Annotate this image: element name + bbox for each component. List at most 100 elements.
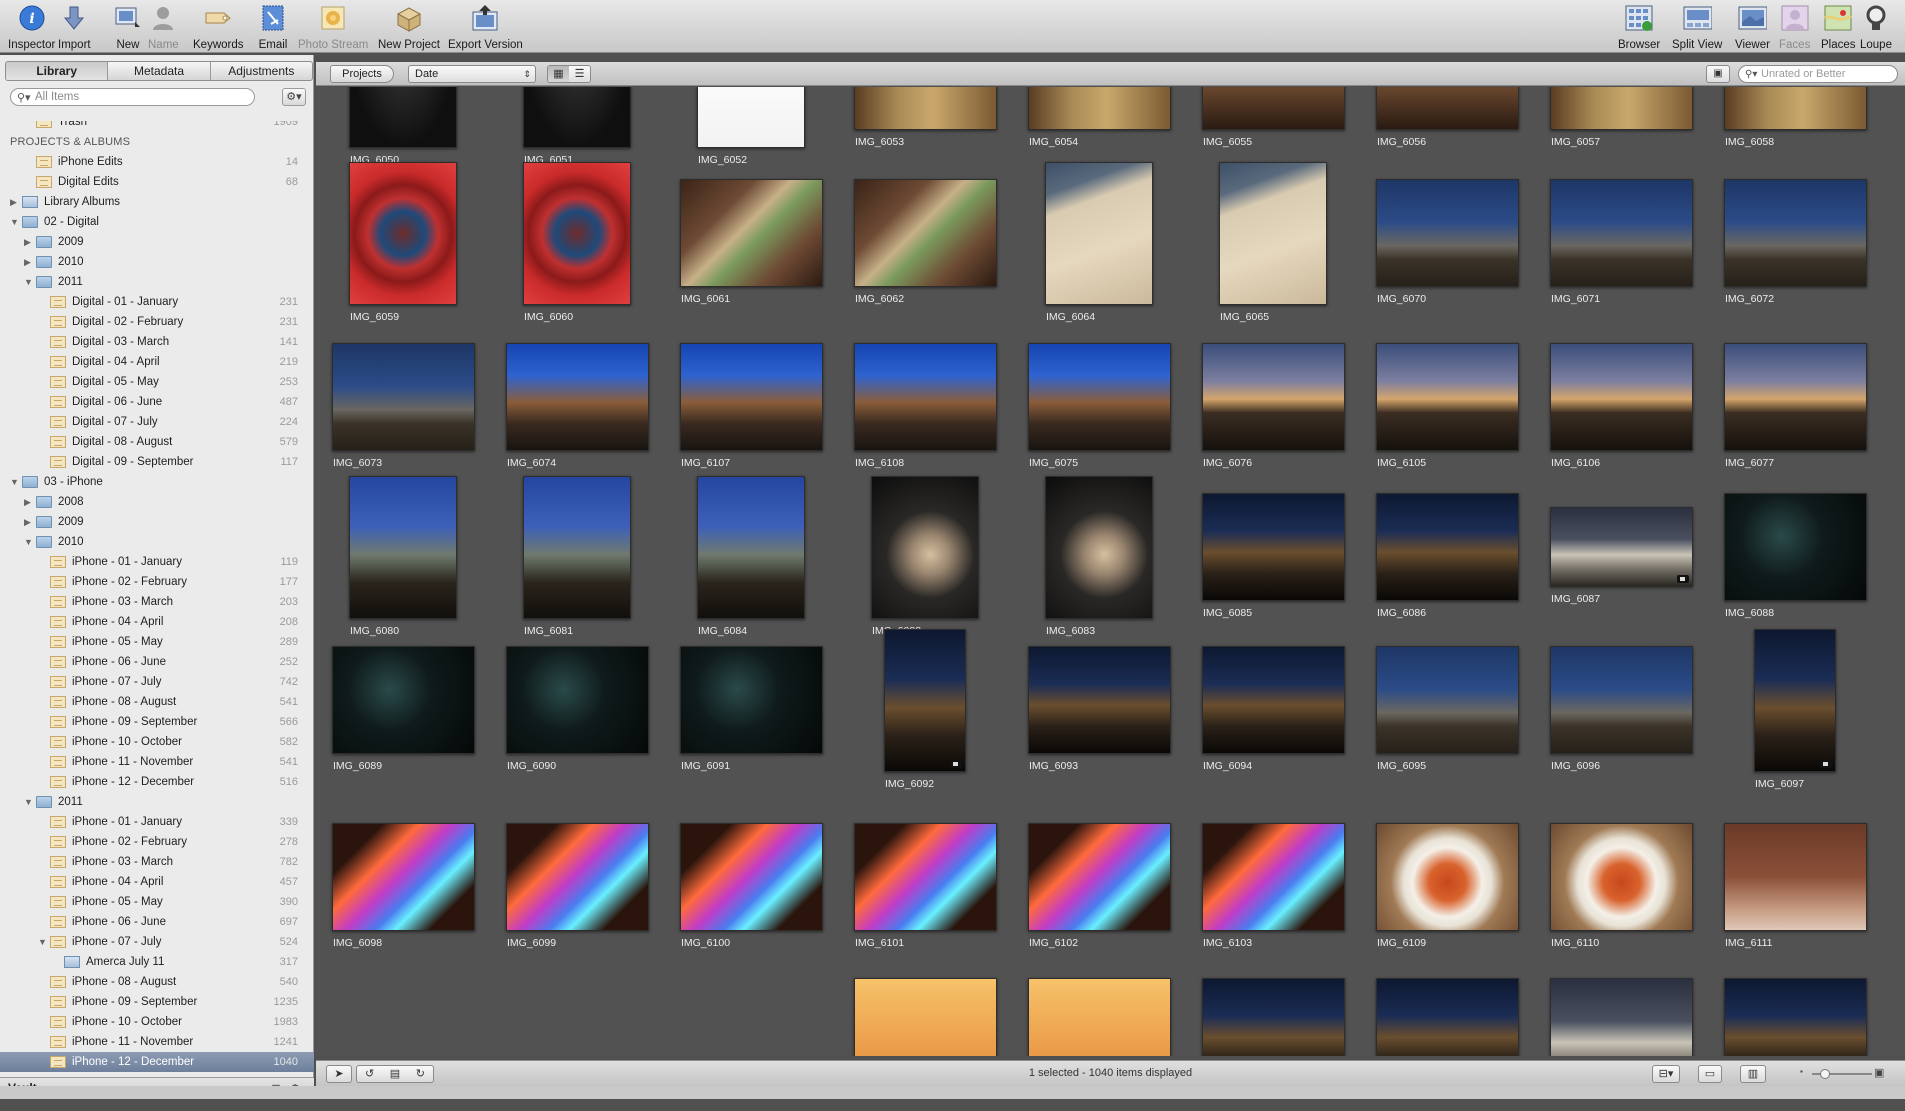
library-search-input[interactable]: ⚲▾ All Items [10,88,255,106]
photo-thumbnail[interactable] [1542,949,1716,1056]
disclosure-closed-icon[interactable]: ▶ [10,192,20,212]
photo-thumbnail[interactable]: IMG_6090 [498,617,672,791]
photo-thumbnail[interactable]: IMG_6089 [324,617,498,791]
folder-row[interactable]: ▼ 2011 [0,792,314,812]
photo-thumbnail[interactable] [1716,949,1890,1056]
disclosure-closed-icon[interactable]: ▶ [24,512,34,532]
project-row[interactable]: Trash 1909 [0,121,314,132]
photo-thumbnail[interactable]: IMG_6088 [1716,464,1890,638]
disclosure-open-icon[interactable]: ▼ [10,212,20,232]
inspector-toolbar-button[interactable]: i Inspector [8,3,55,51]
project-row[interactable]: Digital - 06 - June 487 [0,392,314,412]
project-row[interactable]: Digital - 03 - March 141 [0,332,314,352]
photo-thumbnail[interactable]: IMG_6087 [1542,464,1716,638]
folder-row[interactable]: ▶ 2008 [0,492,314,512]
project-row[interactable]: iPhone - 07 - July 742 [0,672,314,692]
photo-thumbnail[interactable]: IMG_6099 [498,794,672,968]
project-row[interactable]: Digital - 08 - August 579 [0,432,314,452]
newproject-toolbar-button[interactable]: New Project [378,3,440,51]
project-row[interactable]: Digital - 07 - July 224 [0,412,314,432]
project-row[interactable]: iPhone - 05 - May 390 [0,892,314,912]
metadata-overlay-icon[interactable]: ⊟▾ [1652,1065,1680,1083]
project-row[interactable]: iPhone - 10 - October 1983 [0,1012,314,1032]
photo-thumbnail[interactable]: IMG_6071 [1542,150,1716,324]
disclosure-open-icon[interactable]: ▼ [24,272,34,292]
project-row[interactable]: iPhone - 09 - September 1235 [0,992,314,1012]
project-row[interactable]: iPhone - 09 - September 566 [0,712,314,732]
photo-thumbnail[interactable]: IMG_6086 [1368,464,1542,638]
photo-thumbnail[interactable]: IMG_6085 [1194,464,1368,638]
photo-thumbnail[interactable]: IMG_6092 [846,617,1020,791]
project-row[interactable]: Digital - 09 - September 117 [0,452,314,472]
photo-thumbnail[interactable]: IMG_6100 [672,794,846,968]
project-row[interactable]: iPhone - 02 - February 177 [0,572,314,592]
photo-thumbnail[interactable]: IMG_6073 [324,314,498,488]
album-row[interactable]: Amerca July 11 317 [0,952,314,972]
library-action-button[interactable]: ⚙▾ [282,88,306,106]
name-toolbar-button[interactable]: Name [148,3,179,51]
filmstrip-icon[interactable]: ▥ [1740,1065,1766,1083]
photostream-toolbar-button[interactable]: Photo Stream [298,3,368,51]
folder-row[interactable]: ▼ 02 - Digital [0,212,314,232]
viewer-toolbar-button[interactable]: Viewer [1735,3,1770,51]
list-view-icon[interactable]: ☰ [569,66,590,82]
disclosure-open-icon[interactable]: ▼ [38,932,48,952]
photo-thumbnail[interactable] [1194,949,1368,1056]
loupe-toolbar-button[interactable]: Loupe [1860,3,1892,51]
folder-row[interactable]: ▶ 2010 [0,252,314,272]
photo-thumbnail[interactable] [498,949,672,1056]
photo-thumbnail[interactable]: IMG_6095 [1368,617,1542,791]
project-row[interactable]: iPhone - 10 - October 582 [0,732,314,752]
photo-thumbnail[interactable] [324,949,498,1056]
photo-thumbnail[interactable]: IMG_6091 [672,617,846,791]
keywords-toolbar-button[interactable]: Keywords [193,3,244,51]
project-row[interactable]: iPhone Edits 14 [0,152,314,172]
project-row[interactable]: iPhone - 02 - February 278 [0,832,314,852]
project-row[interactable]: iPhone - 08 - August 541 [0,692,314,712]
photo-thumbnail[interactable]: IMG_6082 [846,464,1020,638]
rating-filter-input[interactable]: ⚲▾ Unrated or Better [1738,65,1898,83]
photo-thumbnail[interactable]: IMG_6065 [1194,150,1368,324]
project-row[interactable]: Digital - 01 - January 231 [0,292,314,312]
project-row[interactable]: iPhone - 06 - June 252 [0,652,314,672]
project-row[interactable]: Digital - 05 - May 253 [0,372,314,392]
folder-row[interactable]: ▶ 2009 [0,232,314,252]
projects-button[interactable]: Projects [330,65,394,83]
new-toolbar-button[interactable]: New [113,3,143,51]
folder-row[interactable]: ▼ 2011 [0,272,314,292]
project-row[interactable]: iPhone - 03 - March 203 [0,592,314,612]
splitview-toolbar-button[interactable]: Split View [1672,3,1722,51]
photo-thumbnail[interactable]: IMG_6098 [324,794,498,968]
photo-thumbnail[interactable]: IMG_6097 [1716,617,1890,791]
photo-thumbnail[interactable]: IMG_6096 [1542,617,1716,791]
photo-thumbnail[interactable] [1020,949,1194,1056]
photo-thumbnail[interactable] [846,949,1020,1056]
folder-row[interactable]: ▼ 03 - iPhone [0,472,314,492]
photo-thumbnail[interactable]: IMG_6060 [498,150,672,324]
faces-toolbar-button[interactable]: Faces [1779,3,1810,51]
disclosure-closed-icon[interactable]: ▶ [24,252,34,272]
project-row[interactable]: iPhone - 05 - May 289 [0,632,314,652]
photo-thumbnail[interactable]: IMG_6077 [1716,314,1890,488]
photo-thumbnail[interactable]: IMG_6083 [1020,464,1194,638]
photo-thumbnail[interactable]: IMG_6111 [1716,794,1890,968]
project-row[interactable]: iPhone - 12 - December 1040 [0,1052,314,1072]
disclosure-open-icon[interactable]: ▼ [24,792,34,812]
tab-metadata[interactable]: Metadata [108,62,211,80]
disclosure-closed-icon[interactable]: ▶ [24,492,34,512]
photo-thumbnail[interactable]: IMG_6084 [672,464,846,638]
photo-thumbnail[interactable]: IMG_6064 [1020,150,1194,324]
photo-thumbnail[interactable]: IMG_6109 [1368,794,1542,968]
import-toolbar-button[interactable]: Import [58,3,91,51]
disclosure-closed-icon[interactable]: ▶ [24,232,34,252]
project-row[interactable]: iPhone - 01 - January 339 [0,812,314,832]
browser-toolbar-button[interactable]: Browser [1618,3,1660,51]
photo-thumbnail[interactable]: IMG_6059 [324,150,498,324]
photo-thumbnail[interactable]: IMG_6070 [1368,150,1542,324]
photo-thumbnail[interactable]: IMG_6081 [498,464,672,638]
photo-thumbnail[interactable]: IMG_6093 [1020,617,1194,791]
project-row[interactable]: iPhone - 03 - March 782 [0,852,314,872]
photo-thumbnail[interactable]: IMG_6103 [1194,794,1368,968]
photo-thumbnail[interactable]: IMG_6076 [1194,314,1368,488]
places-toolbar-button[interactable]: Places [1821,3,1856,51]
